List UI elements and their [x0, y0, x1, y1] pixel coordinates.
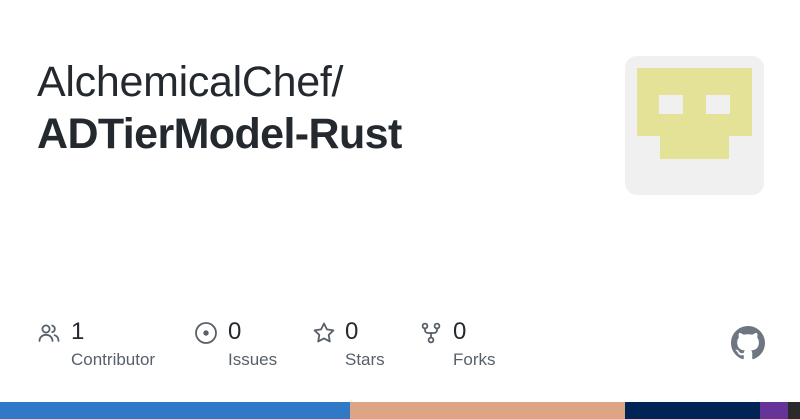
language-bar-segment	[759, 402, 788, 419]
avatar-pixel-top	[637, 68, 752, 95]
avatar-pixel-center-column	[683, 95, 706, 114]
issues-label: Issues	[228, 350, 278, 369]
forks-count: 0	[453, 318, 467, 345]
avatar-pixel-right-column	[730, 95, 752, 114]
repo-forked-icon	[419, 321, 443, 345]
stars-count: 0	[345, 318, 359, 345]
repo-owner: AlchemicalChef/	[37, 58, 344, 106]
people-icon	[37, 321, 61, 345]
issue-opened-icon	[194, 321, 218, 345]
language-bar-segment	[0, 402, 351, 419]
repo-name: ADTierModel-Rust	[37, 110, 402, 158]
stars-label: Stars	[345, 350, 385, 369]
github-logo-icon[interactable]	[731, 326, 765, 360]
avatar-pixel-left-column	[637, 95, 659, 114]
contributors-count: 1	[71, 318, 85, 345]
language-bar-segment	[350, 402, 625, 419]
avatar-pixel-bottom	[660, 136, 729, 159]
contributors-label: Contributor	[71, 350, 156, 369]
language-bar-segment	[787, 402, 800, 419]
issues-count: 0	[228, 318, 242, 345]
avatar-pixel-lower-band	[637, 114, 752, 136]
language-bar	[0, 402, 800, 419]
avatar	[625, 56, 764, 195]
star-icon	[312, 321, 336, 345]
forks-label: Forks	[453, 350, 496, 369]
language-bar-segment	[624, 402, 760, 419]
